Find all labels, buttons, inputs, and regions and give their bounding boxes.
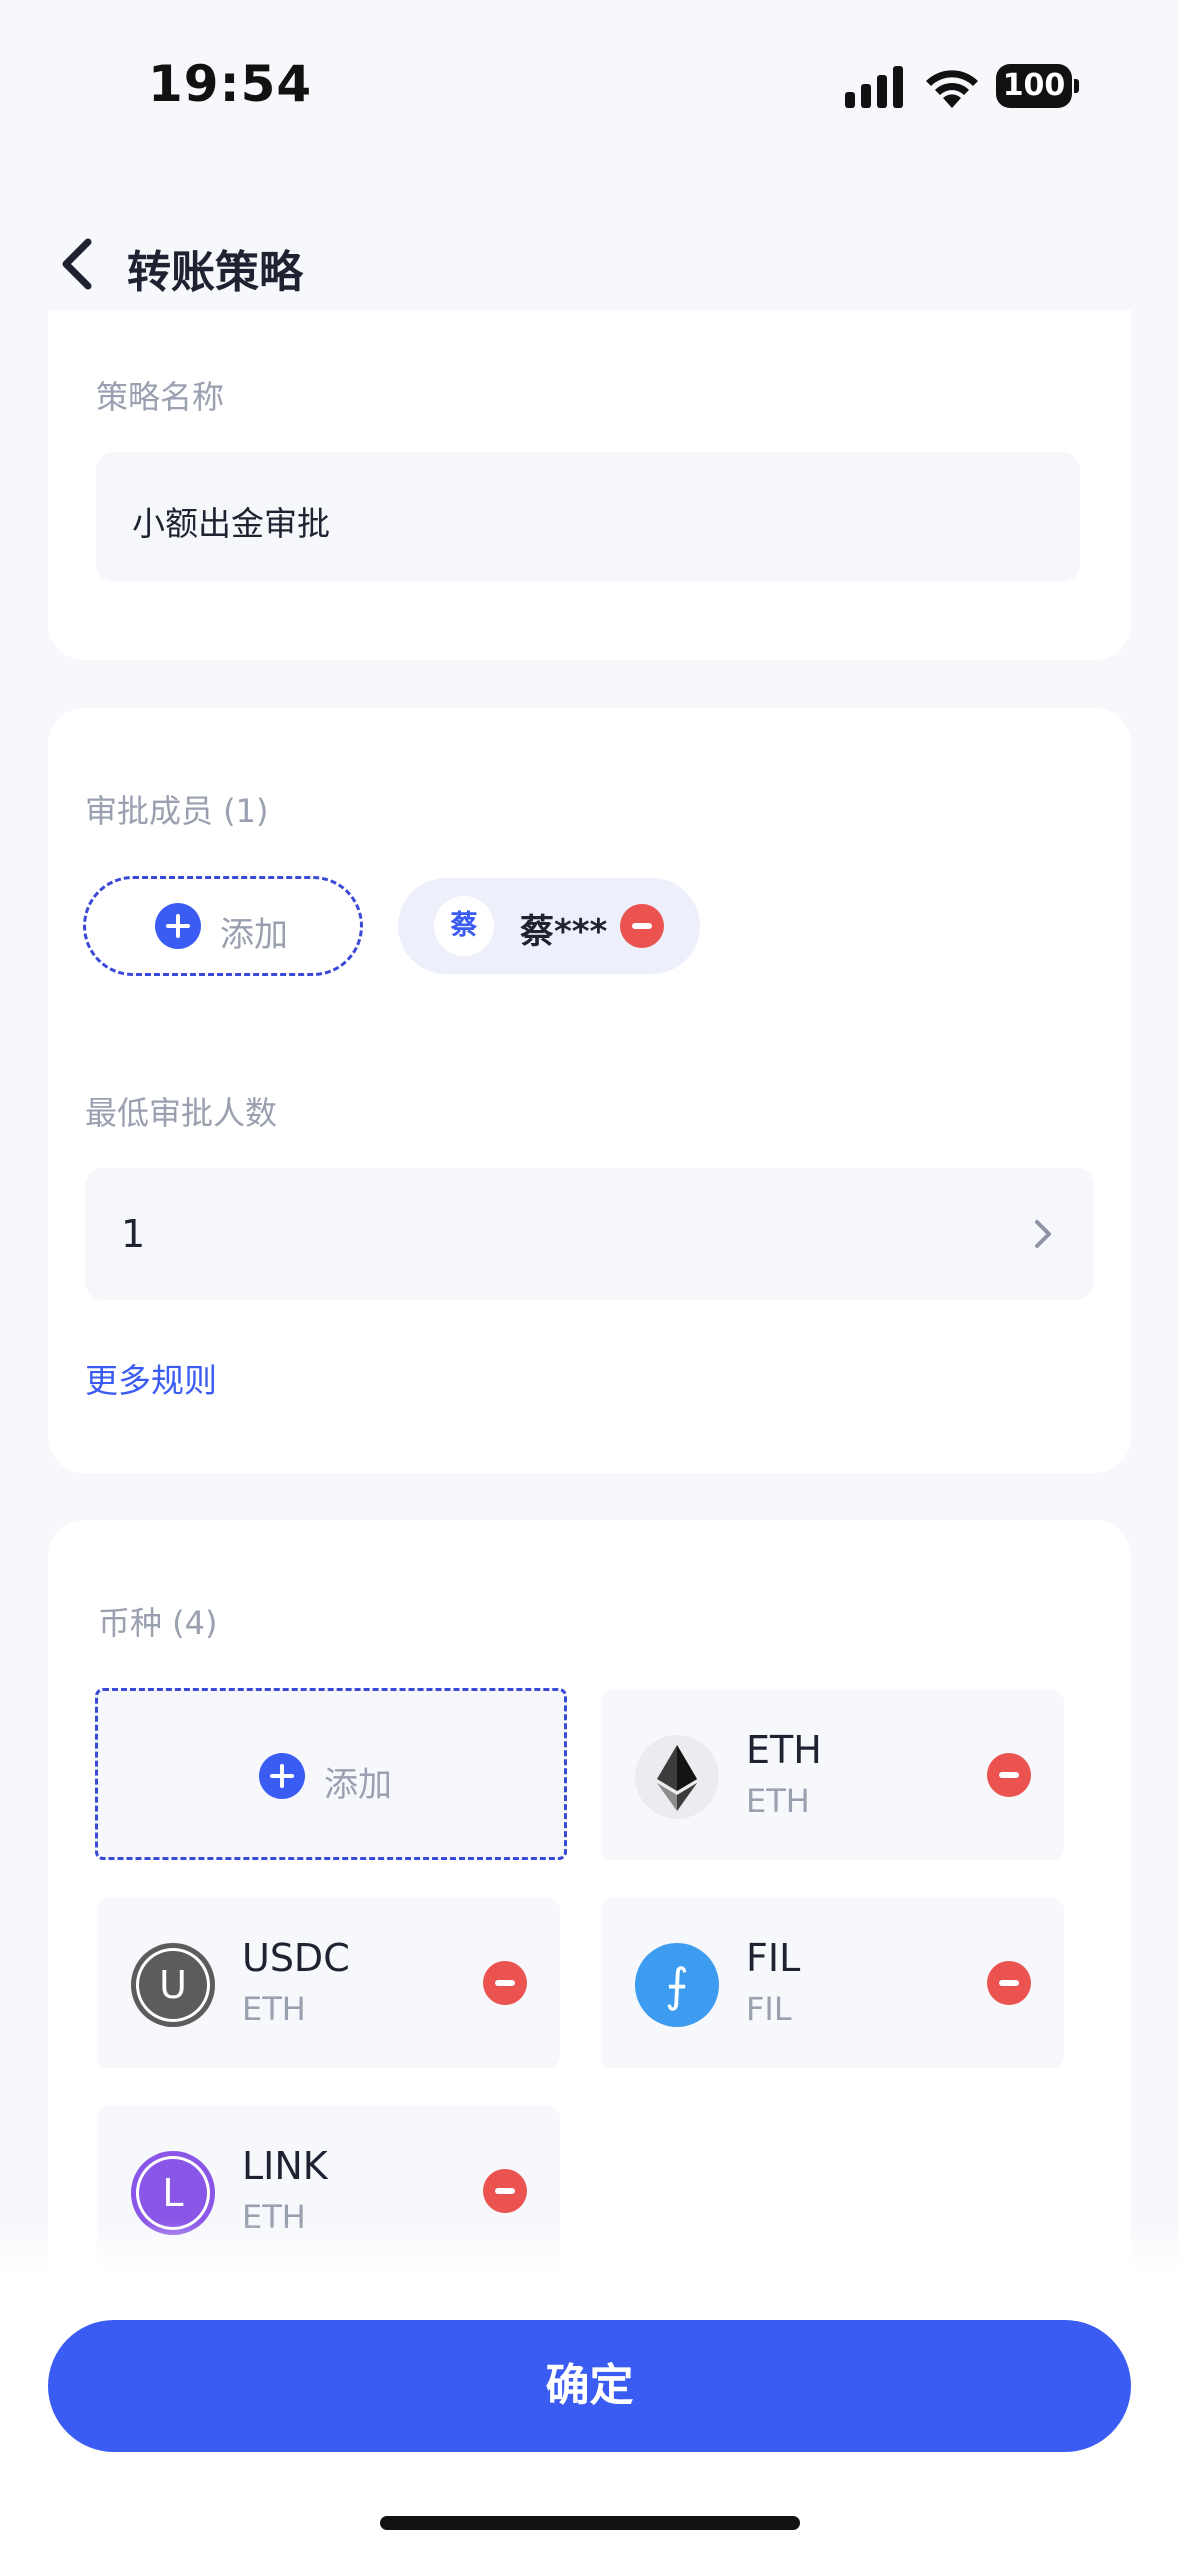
remove-approver-icon[interactable] — [620, 904, 664, 948]
more-rules-link[interactable]: 更多规则 — [85, 1354, 217, 1402]
approver-chip: 蔡 蔡*** — [398, 878, 700, 974]
filecoin-icon: ⨍ — [635, 1943, 719, 2027]
coin-chain: ETH — [242, 1990, 306, 2028]
strategy-name-label: 策略名称 — [96, 378, 225, 416]
coin-symbol: USDC — [242, 1936, 350, 1980]
remove-coin-icon[interactable] — [483, 1961, 527, 2005]
avatar: 蔡 — [434, 896, 494, 956]
coin-symbol: FIL — [746, 1936, 801, 1980]
ethereum-icon — [635, 1735, 719, 1819]
min-approvers-label: 最低审批人数 — [85, 1094, 278, 1132]
screen: 19:54 100 转账策略 策略名称 小额出金审批 审批成员 (1) 添加 蔡… — [0, 0, 1179, 2556]
coin-tile-eth: ETH ETH — [601, 1690, 1064, 1860]
coin-symbol: LINK — [242, 2144, 328, 2188]
approver-name: 蔡*** — [520, 912, 608, 952]
min-approvers-select[interactable]: 1 — [85, 1168, 1094, 1300]
add-approver-button[interactable]: 添加 — [83, 876, 363, 976]
wifi-icon — [926, 70, 978, 108]
approvers-card: 审批成员 (1) 添加 蔡 蔡*** 最低审批人数 1 更多规则 — [48, 708, 1131, 1473]
page-title: 转账策略 — [127, 247, 303, 298]
plus-icon — [155, 903, 201, 949]
coin-tile-usdc: U USDC ETH — [97, 1898, 560, 2068]
remove-coin-icon[interactable] — [987, 1961, 1031, 2005]
strategy-name-input[interactable]: 小额出金审批 — [96, 452, 1080, 582]
status-time: 19:54 — [148, 55, 313, 113]
usdc-icon: U — [131, 1943, 215, 2027]
remove-coin-icon[interactable] — [987, 1753, 1031, 1797]
strategy-name-value: 小额出金审批 — [132, 504, 330, 543]
remove-coin-icon[interactable] — [483, 2169, 527, 2213]
bottom-fade — [0, 2222, 1179, 2272]
signal-icon — [845, 66, 903, 108]
coin-chain: FIL — [746, 1990, 792, 2028]
chevron-left-icon[interactable] — [50, 228, 110, 300]
coins-label: 币种 (4) — [98, 1604, 218, 1642]
status-bar: 19:54 100 — [0, 0, 1179, 150]
battery-level: 100 — [996, 64, 1072, 108]
min-approvers-value: 1 — [121, 1212, 146, 1256]
coin-symbol: ETH — [746, 1728, 822, 1772]
confirm-button[interactable]: 确定 — [48, 2320, 1131, 2452]
coin-chain: ETH — [746, 1782, 810, 1820]
add-approver-label: 添加 — [220, 915, 288, 955]
battery-icon: 100 — [996, 64, 1079, 108]
add-coin-label: 添加 — [324, 1765, 392, 1805]
chevron-right-icon — [1035, 1220, 1051, 1248]
coin-tile-fil: ⨍ FIL FIL — [601, 1898, 1064, 2068]
strategy-name-card: 策略名称 小额出金审批 — [48, 310, 1131, 660]
add-coin-button[interactable]: 添加 — [95, 1688, 567, 1860]
plus-icon — [259, 1753, 305, 1799]
approvers-label: 审批成员 (1) — [85, 792, 269, 830]
home-indicator — [380, 2516, 800, 2530]
